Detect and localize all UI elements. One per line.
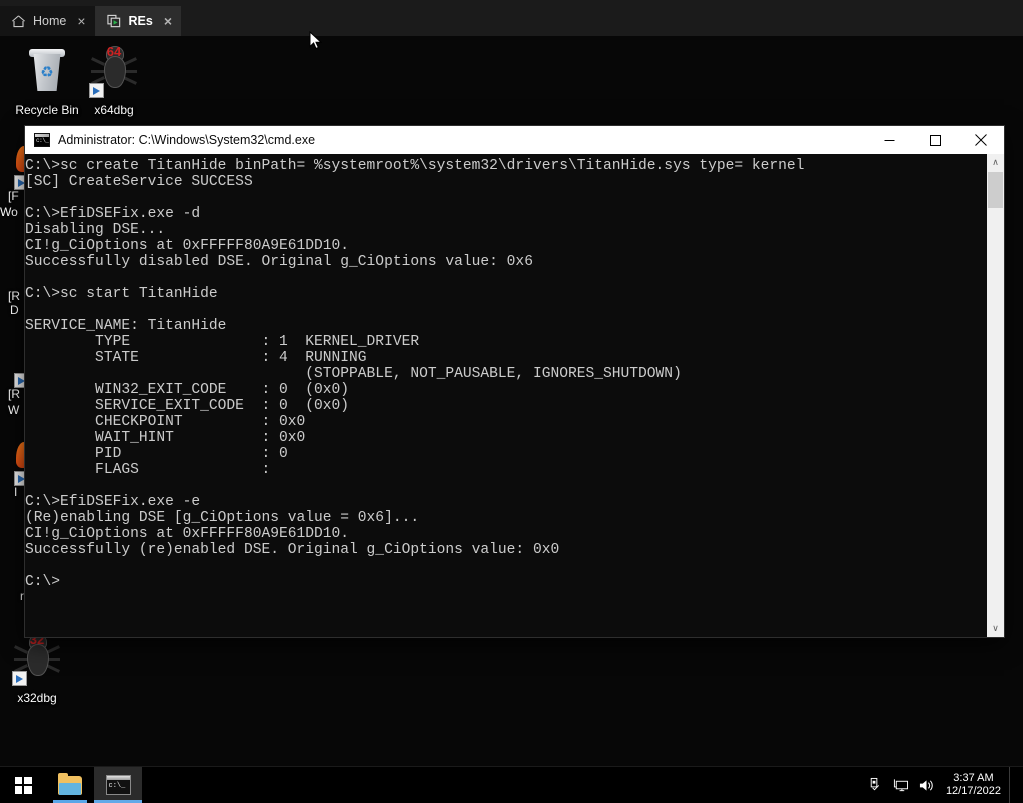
console-line: CI!g_CiOptions at 0xFFFFF80A9E61DD10. xyxy=(25,526,350,542)
shortcut-arrow-icon xyxy=(12,671,27,686)
system-tray: 3:37 AM 12/17/2022 xyxy=(862,767,1023,803)
desktop[interactable]: ♻ Recycle Bin 64 x64dbg 32 x32dbg [F Wo … xyxy=(0,36,1023,767)
maximize-button[interactable] xyxy=(912,126,958,154)
bug-icon: 64 xyxy=(71,44,157,100)
occluded-label-fragment: [F xyxy=(8,189,19,203)
folder-icon xyxy=(58,772,82,795)
console-line: C:\>sc create TitanHide binPath= %system… xyxy=(25,158,805,174)
console-line: [SC] CreateService SUCCESS xyxy=(25,174,253,190)
console-line: WIN32_EXIT_CODE : 0 (0x0) xyxy=(25,382,350,398)
console-line: Successfully (re)enabled DSE. Original g… xyxy=(25,542,560,558)
occluded-label-fragment: Wo xyxy=(0,205,18,219)
console-line: FLAGS : xyxy=(25,462,271,478)
network-icon[interactable] xyxy=(888,767,914,803)
close-icon xyxy=(975,134,987,146)
bug-badge-64: 64 xyxy=(106,44,122,59)
taskbar-clock[interactable]: 3:37 AM 12/17/2022 xyxy=(940,772,1009,798)
show-desktop-button[interactable] xyxy=(1009,767,1017,803)
volume-icon[interactable] xyxy=(914,767,940,803)
console-line: SERVICE_EXIT_CODE : 0 (0x0) xyxy=(25,398,350,414)
home-icon xyxy=(11,14,26,29)
tab-res-close-icon[interactable]: × xyxy=(164,14,172,28)
desktop-icon-label: x32dbg xyxy=(17,691,57,705)
occluded-label-fragment: [R xyxy=(8,387,20,401)
console-line: C:\>EfiDSEFix.exe -d xyxy=(25,206,201,222)
chevron-up-icon: ∧ xyxy=(992,157,999,167)
console-line: WAIT_HINT : 0x0 xyxy=(25,430,306,446)
windows-logo-icon xyxy=(14,776,32,794)
console-body[interactable]: C:\>sc create TitanHide binPath= %system… xyxy=(25,154,1004,637)
window-titlebar[interactable]: Administrator: C:\Windows\System32\cmd.e… xyxy=(25,126,1004,154)
console-line: TYPE : 1 KERNEL_DRIVER xyxy=(25,334,420,350)
taskbar-item-command-prompt[interactable] xyxy=(94,767,142,803)
vm-play-icon xyxy=(106,14,122,29)
tab-res-label: REs xyxy=(128,14,153,28)
occluded-label-fragment: r xyxy=(20,589,24,603)
close-button[interactable] xyxy=(958,126,1004,154)
console-line: C:\>EfiDSEFix.exe -e xyxy=(25,494,201,510)
console-line: SERVICE_NAME: TitanHide xyxy=(25,318,227,334)
console-line: CI!g_CiOptions at 0xFFFFF80A9E61DD10. xyxy=(25,238,350,254)
occluded-label-fragment: W xyxy=(8,403,20,417)
taskbar-item-file-explorer[interactable] xyxy=(46,767,94,803)
cmd-icon xyxy=(105,775,131,795)
safely-remove-hardware-icon[interactable] xyxy=(862,767,888,803)
occluded-label-fragment: D xyxy=(10,303,19,317)
console-line: Successfully disabled DSE. Original g_Ci… xyxy=(25,254,533,270)
vm-client-tabstrip: Home × REs × xyxy=(0,0,1023,37)
chevron-down-icon: ∨ xyxy=(992,623,999,633)
minimize-button[interactable] xyxy=(866,126,912,154)
start-button[interactable] xyxy=(0,767,46,803)
console-line: Disabling DSE... xyxy=(25,222,166,238)
console-line: (STOPPABLE, NOT_PAUSABLE, IGNORES_SHUTDO… xyxy=(25,366,682,382)
window-controls xyxy=(866,126,1004,154)
scroll-down-button[interactable]: ∨ xyxy=(987,620,1004,637)
bug-icon: 32 xyxy=(0,632,80,688)
minimize-icon xyxy=(884,139,894,141)
tab-home-close-icon[interactable]: × xyxy=(77,14,85,28)
console-line: PID : 0 xyxy=(25,446,288,462)
scroll-up-button[interactable]: ∧ xyxy=(987,154,1004,171)
scrollbar-thumb[interactable] xyxy=(988,172,1003,208)
console-line: STATE : 4 RUNNING xyxy=(25,350,367,366)
tab-home[interactable]: Home × xyxy=(0,6,96,36)
taskbar: 3:37 AM 12/17/2022 xyxy=(0,766,1023,803)
occluded-label-fragment: [R xyxy=(8,289,20,303)
console-line: C:\>sc start TitanHide xyxy=(25,286,218,302)
command-prompt-window[interactable]: Administrator: C:\Windows\System32\cmd.e… xyxy=(25,126,1004,637)
desktop-icon-x32dbg[interactable]: 32 x32dbg xyxy=(0,632,80,705)
console-line: (Re)enabling DSE [g_CiOptions value = 0x… xyxy=(25,510,420,526)
tab-res[interactable]: REs × xyxy=(95,6,182,36)
desktop-icon-label: x64dbg xyxy=(94,103,134,117)
occluded-label-fragment: I xyxy=(14,485,18,499)
cmd-icon xyxy=(34,133,50,147)
console-line: CHECKPOINT : 0x0 xyxy=(25,414,306,430)
tab-home-label: Home xyxy=(33,14,67,28)
console-scrollbar[interactable]: ∧ ∨ xyxy=(986,154,1004,637)
maximize-icon xyxy=(929,134,941,146)
desktop-icon-x64dbg[interactable]: 64 x64dbg xyxy=(71,44,157,117)
window-title: Administrator: C:\Windows\System32\cmd.e… xyxy=(58,133,316,147)
clock-date: 12/17/2022 xyxy=(945,785,1001,797)
console-line: C:\> xyxy=(25,574,61,590)
clock-time: 3:37 AM xyxy=(953,772,994,784)
shortcut-arrow-icon xyxy=(89,83,104,98)
console-output[interactable]: C:\>sc create TitanHide binPath= %system… xyxy=(25,154,986,637)
